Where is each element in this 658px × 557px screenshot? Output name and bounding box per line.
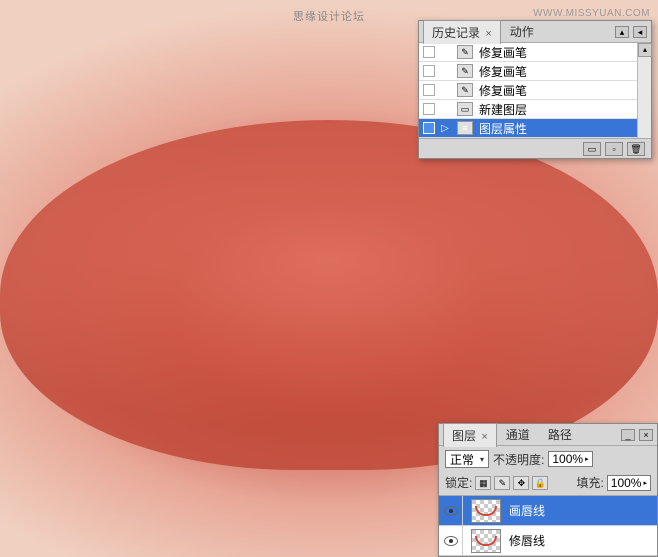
layers-tabs: 图层 × 通道 路径 _ × <box>439 424 657 446</box>
scroll-up-icon[interactable]: ▴ <box>638 43 652 57</box>
tab-history-label: 历史记录 <box>432 26 480 40</box>
eye-icon <box>444 506 458 516</box>
tab-history[interactable]: 历史记录 × <box>423 20 501 44</box>
chevron-down-icon: ▾ <box>480 455 484 464</box>
history-marker[interactable] <box>423 46 435 58</box>
minimize-icon[interactable]: _ <box>621 429 635 441</box>
history-list: 修复画笔 修复画笔 修复画笔 新建图层 ▷ 图层属性 <box>419 43 651 138</box>
minimize-icon[interactable]: ▴ <box>615 26 629 38</box>
visibility-toggle[interactable] <box>439 496 463 526</box>
history-panel: 历史记录 × 动作 ▴ ◂ 修复画笔 修复画笔 修复画笔 <box>418 20 652 159</box>
close-panel-icon[interactable]: × <box>639 429 653 441</box>
history-label: 修复画笔 <box>479 44 647 61</box>
layers-panel: 图层 × 通道 路径 _ × 正常 ▾ 不透明度: 100% ▸ 锁定: ▦ ✎… <box>438 423 658 557</box>
new-state-icon[interactable]: ▫ <box>605 142 623 156</box>
layer-name[interactable]: 画唇线 <box>505 502 657 519</box>
history-marker[interactable] <box>423 103 435 115</box>
lock-move-icon[interactable]: ✥ <box>513 476 529 490</box>
chevron-right-icon: ▸ <box>643 479 647 487</box>
tab-actions[interactable]: 动作 <box>501 19 543 44</box>
history-item[interactable]: 修复画笔 <box>419 43 651 62</box>
brush-icon <box>457 45 473 59</box>
history-marker[interactable] <box>423 84 435 96</box>
close-icon[interactable]: × <box>481 431 487 443</box>
layer-name[interactable]: 修唇线 <box>505 532 657 549</box>
properties-icon <box>457 121 473 135</box>
history-pointer: ▷ <box>441 123 451 134</box>
blend-mode-select[interactable]: 正常 ▾ <box>445 450 489 468</box>
watermark-url: WWW.MISSYUAN.COM <box>533 8 650 19</box>
fill-input[interactable]: 100% ▸ <box>607 475 651 491</box>
layers-options: 正常 ▾ 不透明度: 100% ▸ 锁定: ▦ ✎ ✥ 🔒 填充: 100% ▸ <box>439 446 657 496</box>
tab-layers-label: 图层 <box>452 429 476 443</box>
history-label: 图层属性 <box>479 120 647 137</box>
brush-icon <box>457 83 473 97</box>
tab-channels-label: 通道 <box>506 428 530 442</box>
history-footer: ▭ ▫ 🗑 <box>419 138 651 158</box>
layers-list: 画唇线 修唇线 <box>439 496 657 556</box>
new-layer-icon <box>457 102 473 116</box>
history-label: 修复画笔 <box>479 63 647 80</box>
layer-item[interactable]: 修唇线 <box>439 526 657 556</box>
history-item[interactable]: 修复画笔 <box>419 81 651 100</box>
layer-thumbnail[interactable] <box>471 499 501 523</box>
tab-paths[interactable]: 路径 <box>539 422 581 447</box>
scrollbar[interactable]: ▴ <box>637 43 651 138</box>
history-item[interactable]: ▷ 图层属性 <box>419 119 651 138</box>
eye-icon <box>444 536 458 546</box>
history-item[interactable]: 新建图层 <box>419 100 651 119</box>
blend-mode-value: 正常 <box>450 451 474 468</box>
opacity-input[interactable]: 100% ▸ <box>548 451 592 467</box>
chevron-right-icon: ▸ <box>585 455 589 463</box>
history-item[interactable]: 修复画笔 <box>419 62 651 81</box>
layer-thumbnail[interactable] <box>471 529 501 553</box>
close-icon[interactable]: × <box>485 28 491 40</box>
tab-actions-label: 动作 <box>510 25 534 39</box>
lock-label: 锁定: <box>445 474 472 491</box>
history-tabs: 历史记录 × 动作 ▴ ◂ <box>419 21 651 43</box>
history-label: 新建图层 <box>479 101 647 118</box>
brush-icon <box>457 64 473 78</box>
tab-paths-label: 路径 <box>548 428 572 442</box>
lips-image-content <box>0 120 658 470</box>
history-marker[interactable] <box>423 65 435 77</box>
lock-transparency-icon[interactable]: ▦ <box>475 476 491 490</box>
fill-value: 100% <box>611 476 642 490</box>
opacity-label: 不透明度: <box>493 451 544 468</box>
snapshot-icon[interactable]: ▭ <box>583 142 601 156</box>
tab-layers[interactable]: 图层 × <box>443 423 497 447</box>
opacity-value: 100% <box>552 452 583 466</box>
trash-icon[interactable]: 🗑 <box>627 142 645 156</box>
lock-brush-icon[interactable]: ✎ <box>494 476 510 490</box>
layer-item[interactable]: 画唇线 <box>439 496 657 526</box>
panel-menu-icon[interactable]: ◂ <box>633 26 647 38</box>
history-marker[interactable] <box>423 122 435 134</box>
watermark-text: 思缘设计论坛 <box>293 8 365 24</box>
lock-all-icon[interactable]: 🔒 <box>532 476 548 490</box>
fill-label: 填充: <box>576 474 603 491</box>
tab-channels[interactable]: 通道 <box>497 422 539 447</box>
history-label: 修复画笔 <box>479 82 647 99</box>
visibility-toggle[interactable] <box>439 526 463 556</box>
